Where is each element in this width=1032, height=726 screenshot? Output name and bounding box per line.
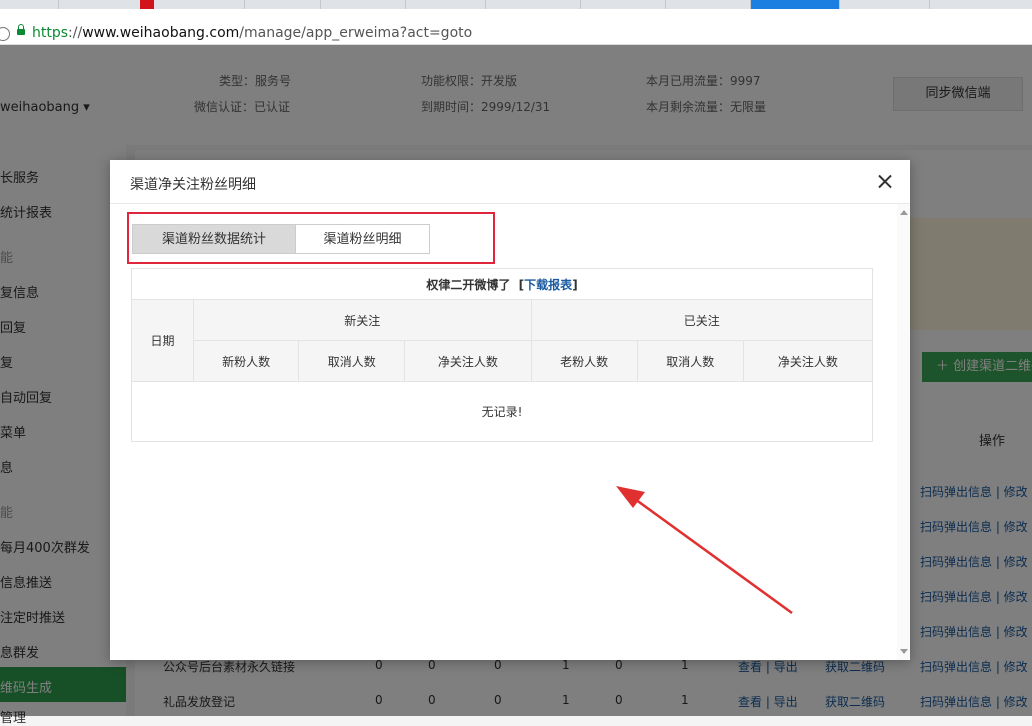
arrow-shaft [627, 492, 793, 615]
annotation-arrow [616, 486, 793, 615]
